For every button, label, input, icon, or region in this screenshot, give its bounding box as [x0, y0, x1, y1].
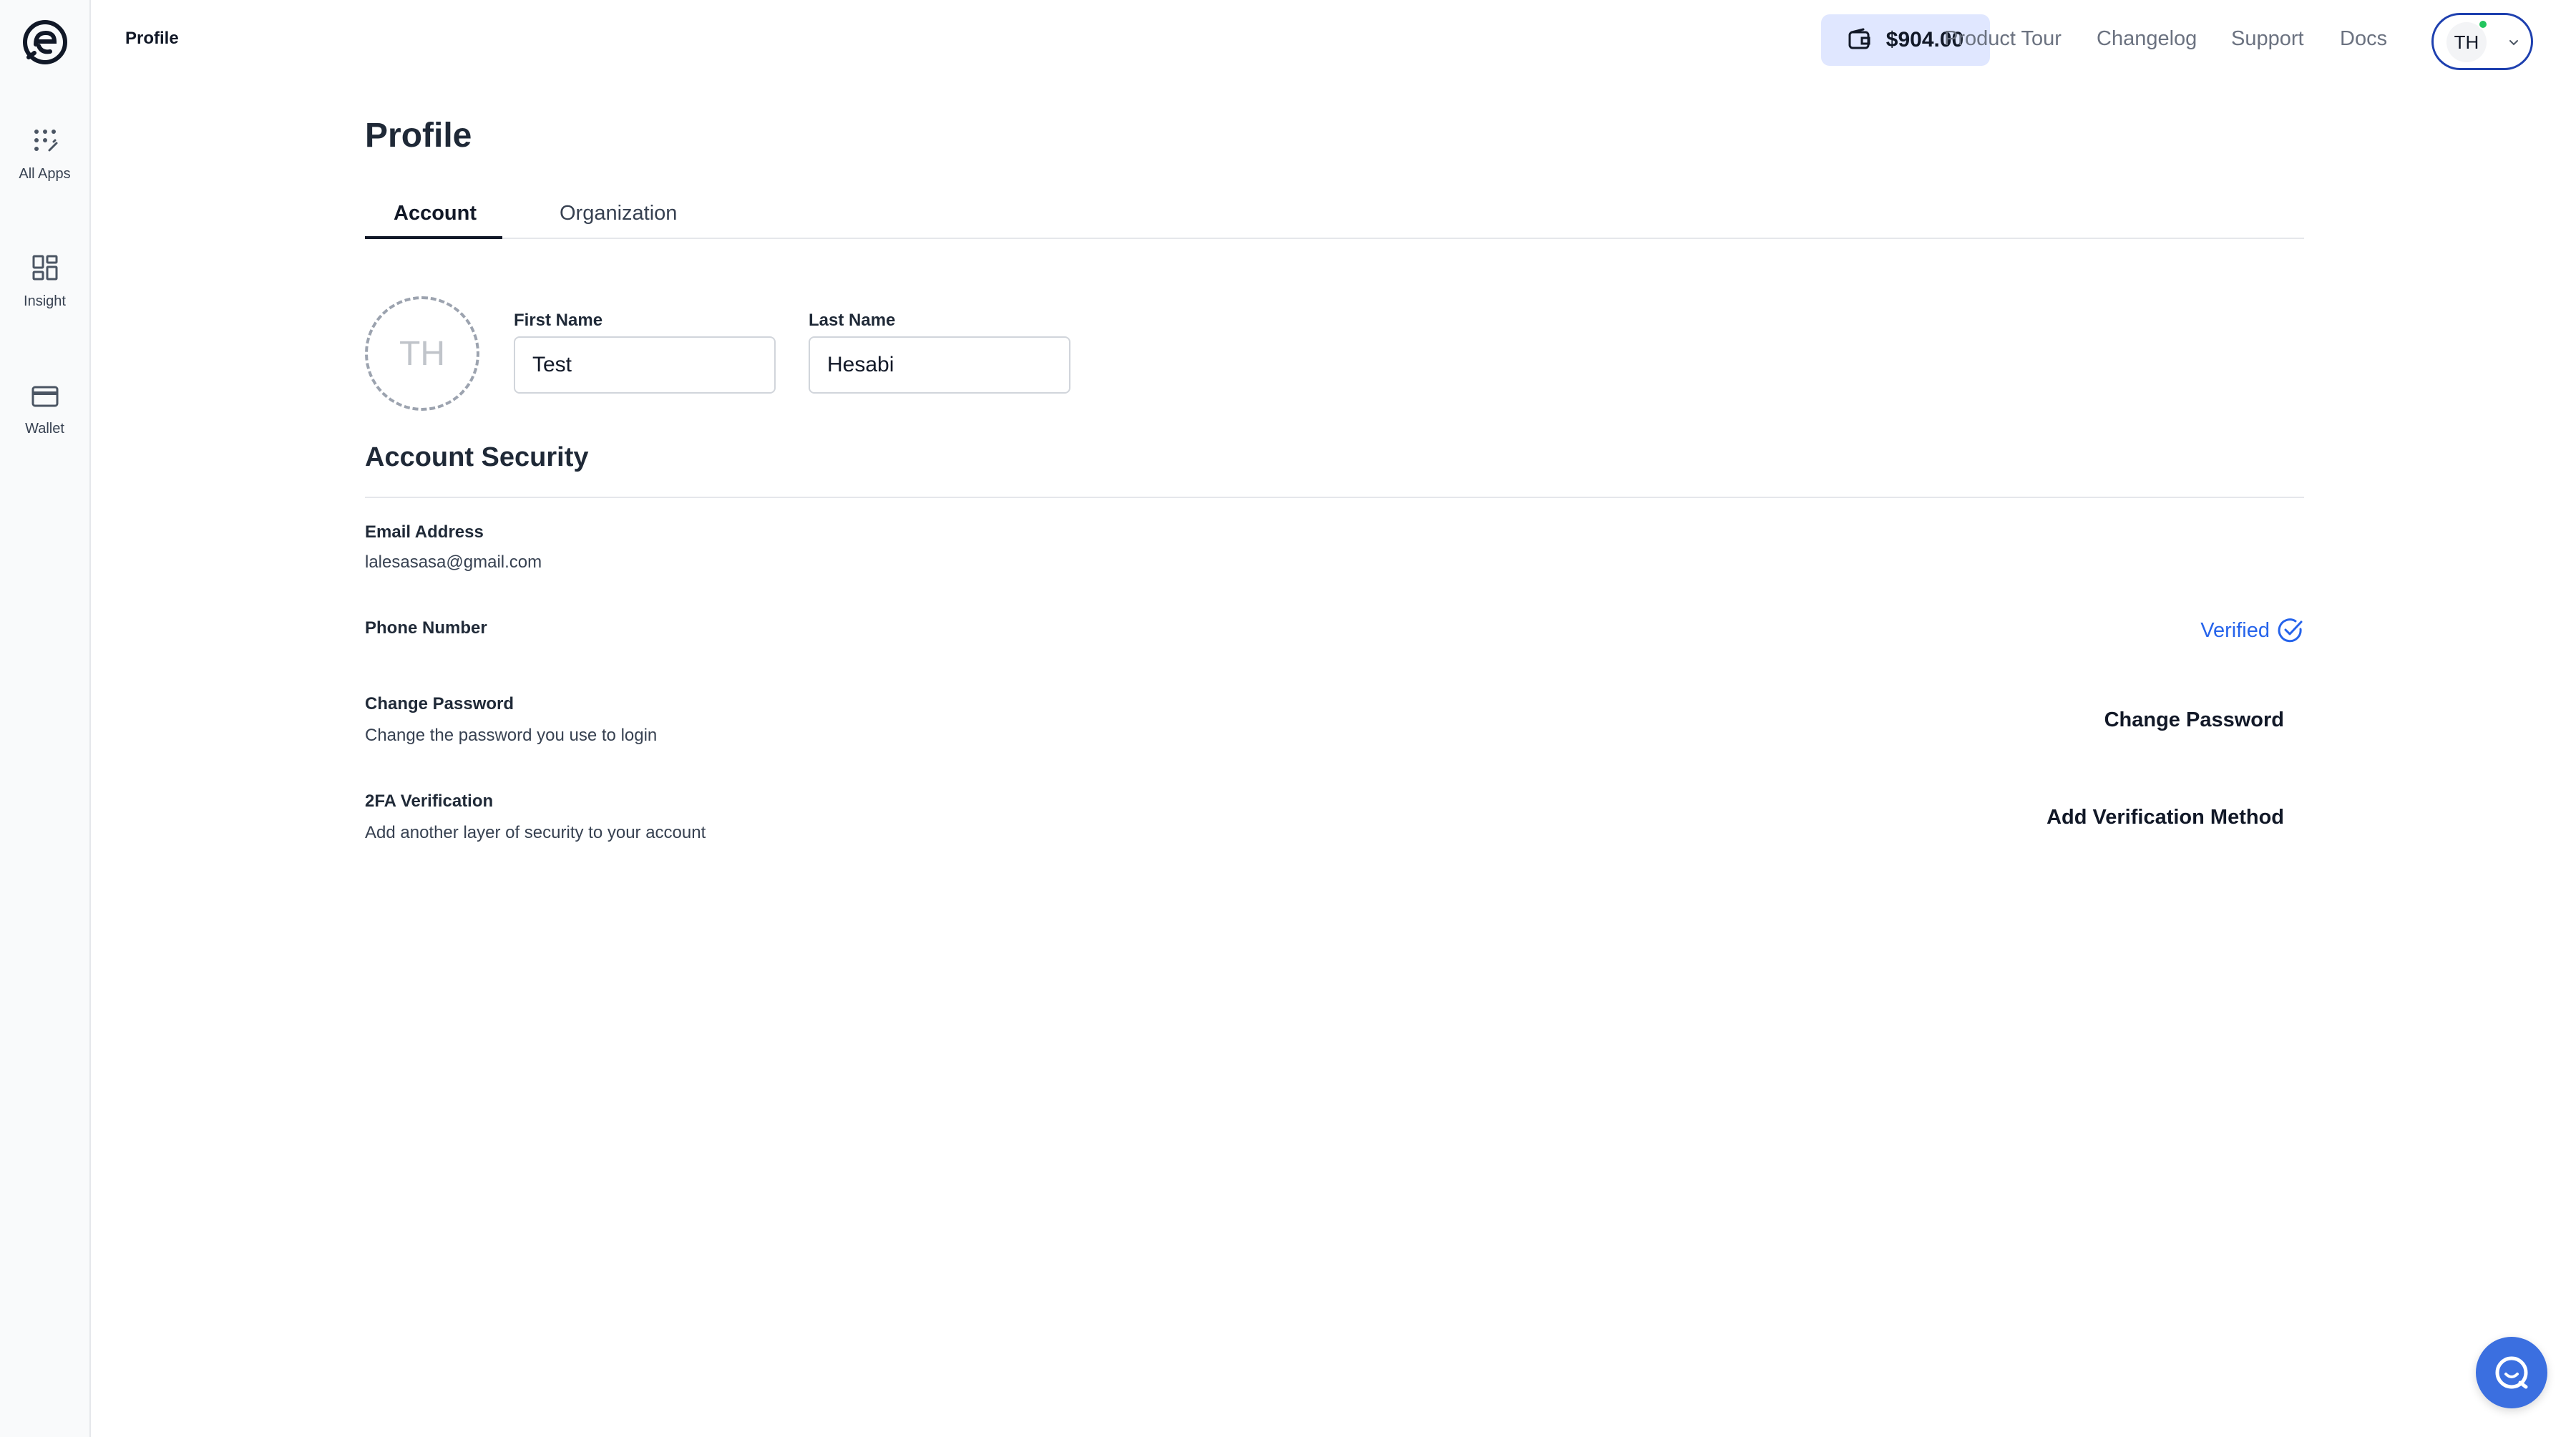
account-security-heading: Account Security [365, 442, 589, 472]
sidebar-item-all-apps[interactable]: All Apps [0, 126, 89, 182]
check-circle-icon [2278, 618, 2303, 643]
twofa-description: Add another layer of security to your ac… [365, 823, 706, 842]
tab-bar: Account Organization [365, 195, 2304, 239]
online-status-indicator [2478, 19, 2488, 29]
verified-label: Verified [2200, 618, 2270, 642]
profile-avatar-upload[interactable]: TH [365, 296, 479, 411]
sidebar-item-label: Insight [24, 293, 66, 309]
product-tour-link[interactable]: Product Tour [1944, 27, 2062, 51]
change-password-description: Change the password you use to login [365, 726, 658, 745]
sidebar-item-wallet[interactable]: Wallet [0, 384, 89, 437]
last-name-field[interactable] [809, 336, 1070, 394]
top-bar: Profile $904.00 Product Tour Changelog S… [91, 0, 2576, 79]
wallet-icon [1848, 28, 1870, 49]
sidebar-item-label: Wallet [25, 421, 64, 437]
brand-logo-icon[interactable] [20, 17, 70, 67]
sidebar-item-insight[interactable]: Insight [0, 253, 89, 310]
add-verification-method-button[interactable]: Add Verification Method [2046, 806, 2284, 829]
tab-account[interactable]: Account [394, 202, 477, 237]
email-label: Email Address [365, 522, 484, 542]
twofa-label: 2FA Verification [365, 791, 494, 811]
support-link[interactable]: Support [2231, 27, 2304, 51]
tab-organization[interactable]: Organization [560, 202, 677, 237]
chat-bubble-icon [2495, 1356, 2528, 1389]
docs-link[interactable]: Docs [2340, 27, 2387, 51]
card-icon [31, 386, 58, 407]
first-name-label: First Name [514, 311, 603, 330]
chevron-down-icon [2509, 40, 2518, 46]
phone-verified-status: Verified [2200, 617, 2304, 644]
user-menu-button[interactable]: TH [2431, 13, 2533, 70]
changelog-link[interactable]: Changelog [2097, 27, 2197, 51]
phone-label: Phone Number [365, 618, 487, 638]
divider [365, 497, 2304, 498]
change-password-label: Change Password [365, 694, 514, 713]
change-password-button[interactable]: Change Password [2104, 708, 2284, 732]
apps-sparkle-icon [34, 130, 57, 152]
dashboard-grid-icon [32, 255, 57, 281]
last-name-label: Last Name [809, 311, 896, 330]
chat-support-button[interactable] [2476, 1337, 2547, 1408]
page-title: Profile [365, 117, 472, 155]
first-name-field[interactable] [514, 336, 776, 394]
breadcrumb: Profile [125, 29, 179, 48]
sidebar-item-label: All Apps [19, 166, 71, 182]
sidebar: All Apps Insight Wallet [0, 0, 91, 1437]
email-value: lalesasasa@gmail.com [365, 552, 542, 572]
active-tab-indicator [365, 236, 502, 239]
